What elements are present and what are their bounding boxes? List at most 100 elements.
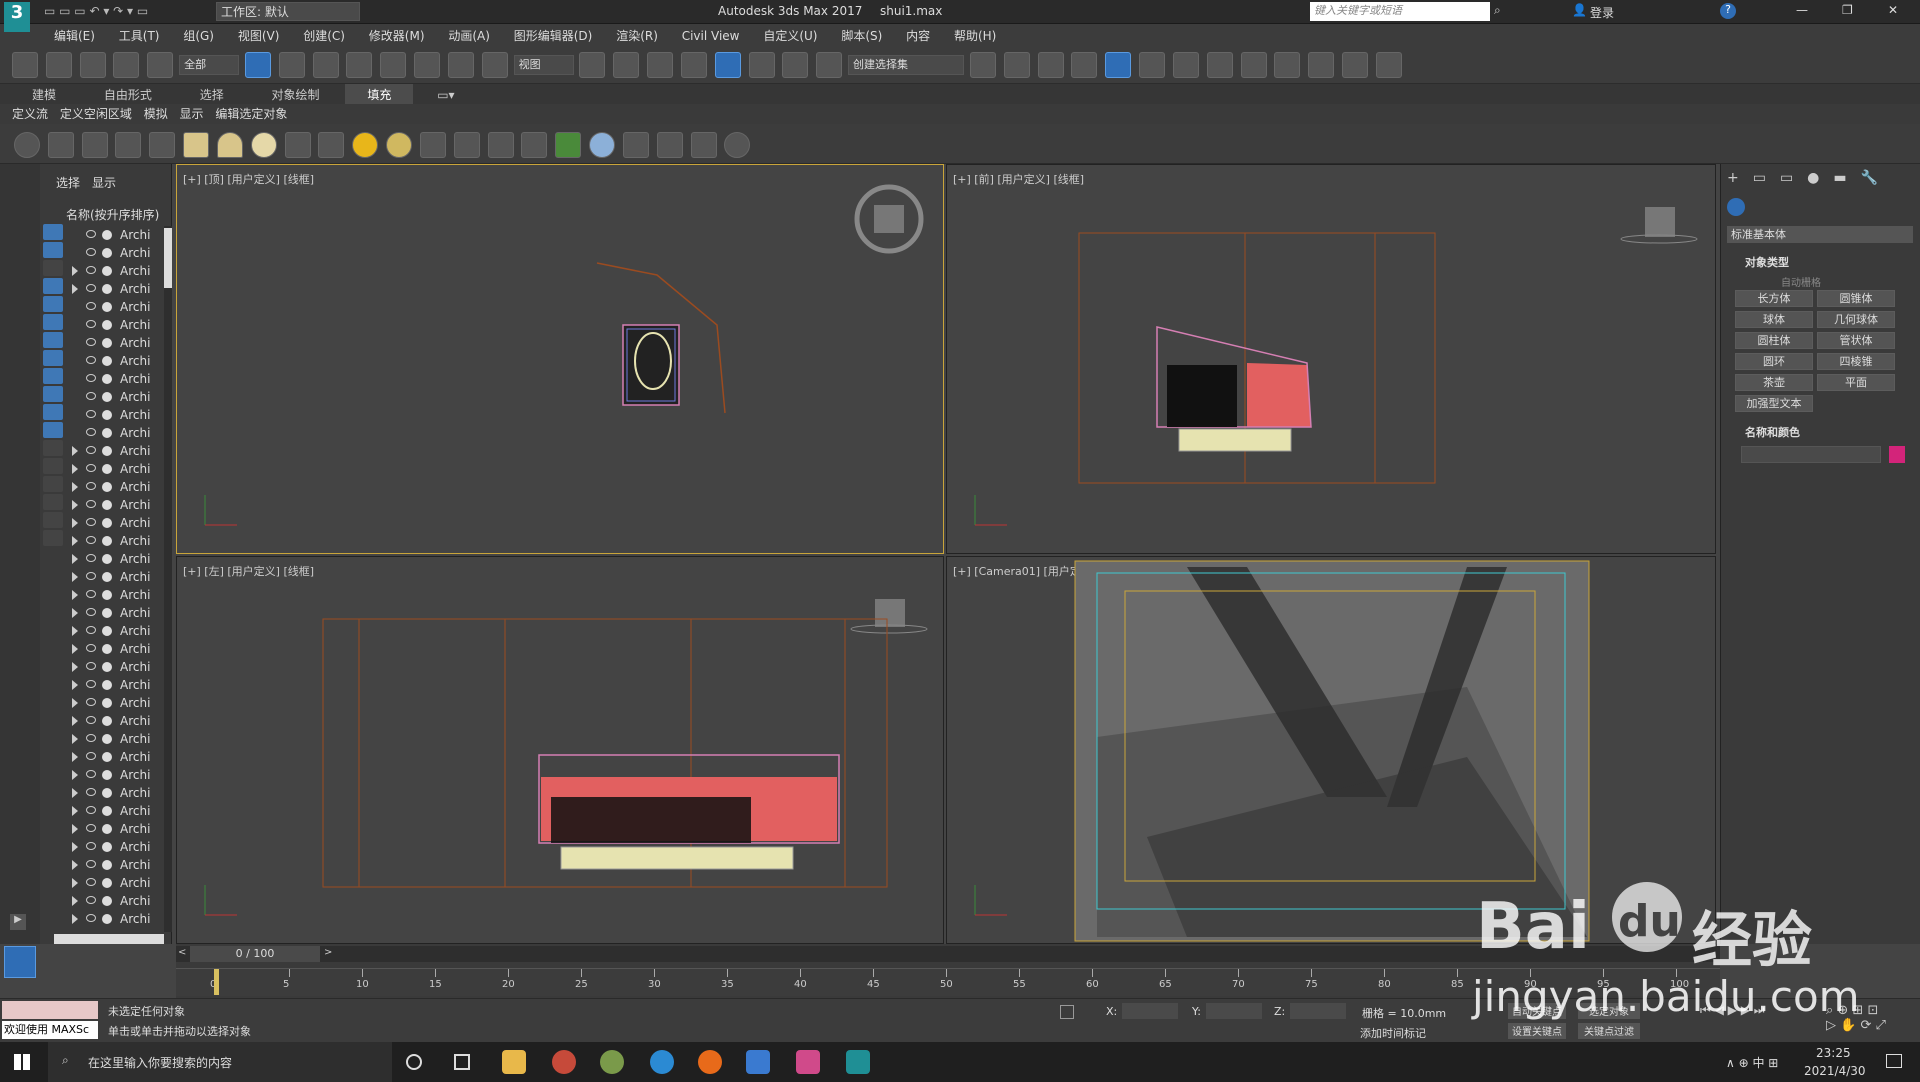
visibility-eye-icon[interactable]	[86, 860, 96, 868]
renderable-icon[interactable]	[102, 860, 112, 870]
scene-row[interactable]: Archi	[40, 856, 164, 874]
scene-row[interactable]: Archi	[40, 874, 164, 892]
renderable-icon[interactable]	[102, 806, 112, 816]
expand-arrow-icon[interactable]	[72, 608, 78, 618]
task-view-icon[interactable]	[454, 1054, 470, 1070]
visibility-eye-icon[interactable]	[86, 698, 96, 706]
expand-arrow-icon[interactable]	[72, 860, 78, 870]
cone-shape-icon[interactable]	[318, 132, 345, 158]
rotate-icon[interactable]	[414, 52, 441, 78]
expand-arrow-icon[interactable]	[72, 734, 78, 744]
expand-arrow-icon[interactable]: ▶	[10, 914, 26, 930]
renderable-icon[interactable]	[102, 734, 112, 744]
track-bar[interactable]: 0510152025303540455055606570758085909510…	[176, 968, 1720, 996]
renderable-icon[interactable]	[102, 896, 112, 906]
expand-arrow-icon[interactable]	[72, 716, 78, 726]
visibility-eye-icon[interactable]	[86, 356, 96, 364]
display-geometry-icon[interactable]	[43, 224, 63, 240]
menu-tools[interactable]: 工具(T)	[109, 24, 170, 47]
login-link[interactable]: 登录	[1590, 4, 1614, 21]
keyboard-shortcut-icon[interactable]	[647, 52, 674, 78]
visibility-eye-icon[interactable]	[86, 788, 96, 796]
tray-icons[interactable]: ∧ ⊕ 中 ⊞	[1726, 1054, 1778, 1071]
define-idle-areas-button[interactable]: 定义空闲区域	[60, 107, 132, 121]
renderable-icon[interactable]	[102, 320, 112, 330]
expand-arrow-icon[interactable]	[72, 770, 78, 780]
renderable-icon[interactable]	[102, 554, 112, 564]
particle-icon[interactable]	[419, 132, 446, 158]
user-icon[interactable]: 👤	[1572, 3, 1587, 17]
renderable-icon[interactable]	[102, 878, 112, 888]
exposure-icon[interactable]	[149, 132, 176, 158]
teapot-shape-icon[interactable]	[284, 132, 311, 158]
select-by-name-icon[interactable]	[278, 52, 305, 78]
expand-arrow-icon[interactable]	[72, 824, 78, 834]
firefox-icon[interactable]	[698, 1050, 722, 1074]
renderable-icon[interactable]	[102, 500, 112, 510]
edit-named-selection-icon[interactable]	[816, 52, 843, 78]
rollout-name-color[interactable]: 名称和颜色	[1745, 424, 1800, 440]
plant-icon[interactable]	[555, 132, 582, 158]
renderable-icon[interactable]	[102, 248, 112, 258]
menu-create[interactable]: 创建(C)	[293, 24, 355, 47]
visibility-eye-icon[interactable]	[86, 716, 96, 724]
renderable-icon[interactable]	[102, 410, 112, 420]
display-button[interactable]: 显示	[180, 107, 204, 121]
scene-scrollbar[interactable]	[164, 226, 172, 932]
layer-explorer-icon[interactable]	[1037, 52, 1064, 78]
visibility-eye-icon[interactable]	[86, 428, 96, 436]
expand-arrow-icon[interactable]	[72, 284, 78, 294]
display-none-icon[interactable]	[43, 458, 63, 474]
renderable-icon[interactable]	[102, 842, 112, 852]
tab-freeform[interactable]: 自由形式	[82, 84, 174, 105]
snaps-toggle-icon[interactable]	[680, 52, 707, 78]
visibility-eye-icon[interactable]	[86, 338, 96, 346]
renderable-icon[interactable]	[102, 356, 112, 366]
x-field[interactable]	[1122, 1003, 1178, 1019]
viewport-layout-icon[interactable]	[4, 946, 36, 978]
visibility-eye-icon[interactable]	[86, 320, 96, 328]
visibility-eye-icon[interactable]	[86, 680, 96, 688]
renderable-icon[interactable]	[102, 338, 112, 348]
visibility-eye-icon[interactable]	[86, 248, 96, 256]
plane-button[interactable]: 平面	[1817, 374, 1895, 391]
plane-shape-icon[interactable]	[183, 132, 210, 158]
display-cameras-icon[interactable]	[43, 278, 63, 294]
reference-coord-dropdown[interactable]: 视图	[513, 55, 574, 75]
expand-arrow-icon[interactable]	[72, 266, 78, 276]
scene-row[interactable]: Archi	[40, 910, 164, 928]
visibility-eye-icon[interactable]	[86, 392, 96, 400]
time-slider[interactable]: < 0 / 100 >	[176, 946, 1720, 962]
a360-icon[interactable]	[1375, 52, 1402, 78]
sphere-button[interactable]: 球体	[1735, 311, 1813, 328]
viewport-camera[interactable]: [+] [Camera01] [用户定义] [默认明暗处理]	[946, 556, 1716, 944]
schematic-view-icon[interactable]	[1172, 52, 1199, 78]
renderable-icon[interactable]	[102, 482, 112, 492]
workspace-dropdown[interactable]: 工作区: 默认	[216, 2, 360, 21]
y-field[interactable]	[1206, 1003, 1262, 1019]
pyramid-button[interactable]: 四棱锥	[1817, 353, 1895, 370]
app-logo-icon[interactable]: 3	[4, 2, 30, 32]
render-iterative-icon[interactable]	[1341, 52, 1368, 78]
help-circle-icon[interactable]	[724, 132, 751, 158]
close-button[interactable]: ✕	[1888, 3, 1898, 17]
expand-arrow-icon[interactable]	[72, 842, 78, 852]
visibility-eye-icon[interactable]	[86, 410, 96, 418]
renderable-icon[interactable]	[102, 230, 112, 240]
expand-arrow-icon[interactable]	[72, 788, 78, 798]
curve-editor-icon[interactable]	[1139, 52, 1166, 78]
display-groups-icon[interactable]	[43, 332, 63, 348]
help-icon[interactable]: ?	[1720, 3, 1736, 19]
dome-shape-icon[interactable]	[216, 132, 243, 158]
visibility-eye-icon[interactable]	[86, 842, 96, 850]
display-shapes-icon[interactable]	[43, 242, 63, 258]
simulate-button[interactable]: 模拟	[144, 107, 168, 121]
toggle-ribbon-icon[interactable]	[1071, 52, 1098, 78]
minimize-button[interactable]: —	[1796, 3, 1808, 17]
visibility-eye-icon[interactable]	[86, 536, 96, 544]
tab-modeling[interactable]: 建模	[10, 84, 78, 105]
maximize-button[interactable]: ❐	[1842, 3, 1853, 17]
ribbon-options-icon[interactable]: ▭▾	[437, 88, 454, 102]
expand-arrow-icon[interactable]	[72, 878, 78, 888]
visibility-eye-icon[interactable]	[86, 752, 96, 760]
